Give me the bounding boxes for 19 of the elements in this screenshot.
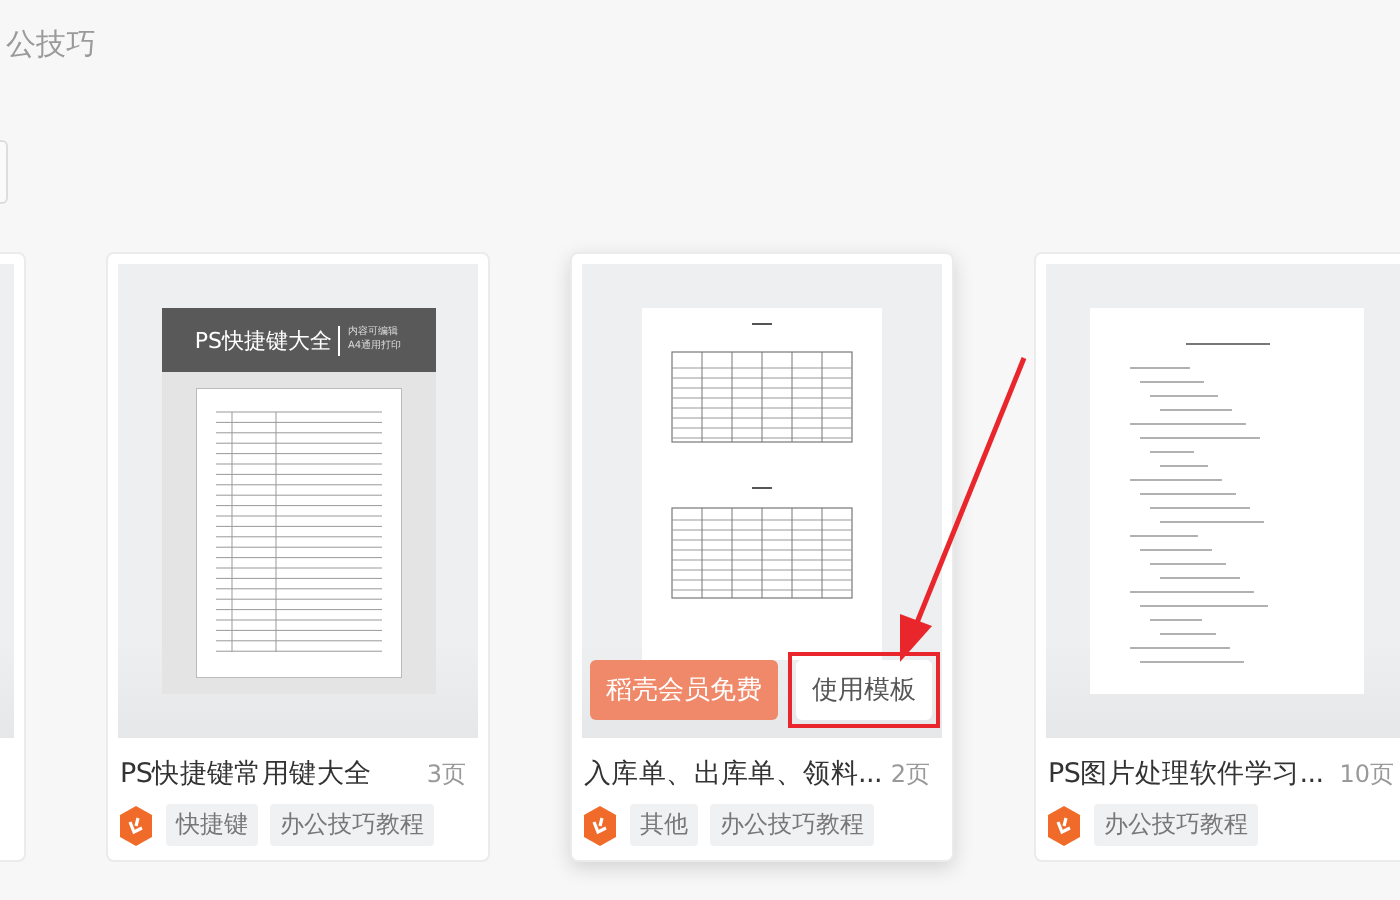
logo-icon	[118, 805, 154, 845]
tag[interactable]: 快捷键	[166, 804, 258, 846]
use-template-button[interactable]: 使用模板	[796, 660, 932, 720]
cover-title: PS快捷键大全	[194, 325, 340, 355]
tag[interactable]: 办公技巧教程	[1094, 804, 1258, 846]
template-card[interactable]: 稻壳会员免费 使用模板 入库单、出库单、领料... 2页 其他 办公技巧教程	[570, 252, 954, 862]
section-title: 公技巧	[4, 24, 98, 66]
card-title[interactable]: 入库单、出库单、领料...	[584, 756, 882, 792]
tag[interactable]: 其他	[630, 804, 698, 846]
logo-icon	[1046, 805, 1082, 845]
template-card[interactable]: PS图片处理软件学习... 10页 办公技巧教程	[1034, 252, 1400, 862]
card-title[interactable]: PS图片处理软件学习...	[1048, 756, 1324, 792]
page-count: 2页	[890, 757, 930, 791]
card-title[interactable]: PS快捷键常用键大全	[120, 756, 372, 792]
page-count: 3页	[426, 757, 466, 791]
logo-icon	[582, 805, 618, 845]
tag[interactable]: 办公技巧教程	[270, 804, 434, 846]
page-count: 10页	[1339, 757, 1394, 791]
tag[interactable]: 办公技巧教程	[710, 804, 874, 846]
